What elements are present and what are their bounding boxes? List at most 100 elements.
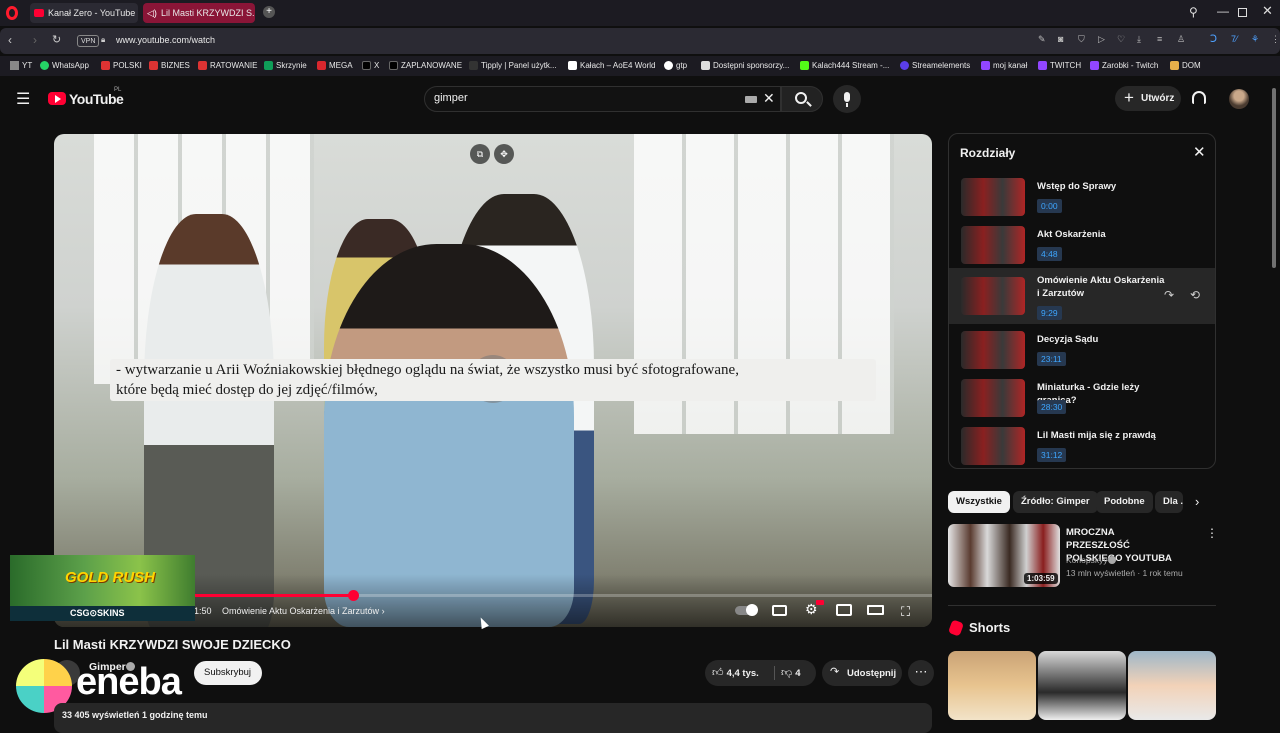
chapter-thumbnail [961, 178, 1025, 216]
heart-icon[interactable]: ♡ [1117, 34, 1125, 45]
edit-icon[interactable]: ✎ [1038, 34, 1046, 45]
search-button[interactable] [781, 86, 823, 112]
close-chapters-icon[interactable]: ✕ [1193, 143, 1206, 161]
chapter-item[interactable]: Decyzja Sądu 23:11 [949, 331, 1215, 379]
like-dislike-group: 👍︎ 4,4 tys. 👎︎ 4 [705, 660, 816, 686]
bookmark-item[interactable]: Skrzynie [264, 61, 307, 70]
fullscreen-icon[interactable]: ⛶ [901, 604, 910, 620]
miniplayer-icon[interactable] [836, 604, 852, 616]
like-button[interactable]: 👍︎ 4,4 tys. [712, 666, 759, 679]
chip-source-gimper[interactable]: Źródło: Gimper [1013, 491, 1098, 513]
back-icon[interactable]: ‹ [8, 33, 12, 47]
bookmark-item[interactable]: Kalach444 Stream -... [800, 61, 889, 70]
bookmark-item[interactable]: YT [10, 61, 32, 70]
chip-for-you[interactable]: Dla ... [1155, 491, 1183, 513]
theater-mode-icon[interactable] [867, 605, 884, 615]
share-label: Udostępnij [847, 668, 897, 679]
chapter-item[interactable]: Miniaturka - Gdzie leży granica? 28:30 [949, 379, 1215, 427]
lock-icon[interactable]: 🔒︎ [101, 35, 105, 45]
url-field[interactable]: www.youtube.com/watch [116, 35, 215, 45]
picture-in-picture-icon[interactable]: ⧉ [470, 144, 490, 164]
dislike-button[interactable]: 👎︎ 4 [781, 666, 801, 679]
vpn-badge[interactable]: VPN [77, 35, 100, 47]
bookmark-item[interactable]: Kałach – AoE4 World [568, 61, 655, 70]
subscribe-button[interactable]: Subskrybuj [194, 661, 262, 685]
bookmark-item[interactable]: moj kanał [981, 61, 1027, 70]
new-tab-icon[interactable]: + [263, 6, 275, 18]
voice-search-button[interactable] [833, 85, 861, 113]
share-button[interactable]: ↷ Udostępnij [822, 660, 902, 686]
close-window-icon[interactable]: ✕ [1262, 3, 1273, 19]
short-thumbnail[interactable] [1038, 651, 1126, 720]
browser-tab-bar: Kanał Zero - YouTube ◁) Lil Masti KRZYWD… [0, 0, 1280, 26]
bookmark-item[interactable]: TWITCH [1038, 61, 1081, 70]
loop-chapter-icon[interactable]: ⟲ [1190, 288, 1200, 302]
recommendation-meta: 13 mln wyświetleń · 1 rok temu [1066, 568, 1183, 578]
menu-icon[interactable]: ≡ [1157, 34, 1162, 44]
video-title: Lil Masti KRZYWDZI SWOJE DZIECKO [54, 637, 291, 652]
bookmark-item[interactable]: Dostępni sponsorzy... [701, 61, 789, 70]
chips-next-icon[interactable]: › [1195, 494, 1199, 509]
keyboard-icon[interactable] [745, 96, 757, 103]
page-scrollbar[interactable] [1272, 88, 1276, 268]
short-thumbnail[interactable] [1128, 651, 1216, 720]
bookmark-item[interactable]: WhatsApp [40, 61, 89, 70]
chapter-item[interactable]: Akt Oskarżenia 4:48 [949, 226, 1215, 274]
more-actions-button[interactable]: ⋯ [908, 660, 934, 686]
recommendation-menu-icon[interactable]: ⋮ [1206, 526, 1218, 540]
create-button[interactable]: + Utwórz [1115, 86, 1181, 111]
bookmark-item[interactable]: DOM [1170, 61, 1201, 70]
chapter-item[interactable]: Lil Masti mija się z prawdą 31:12 [949, 427, 1215, 475]
extension-icon[interactable]: Ↄ [1210, 34, 1217, 45]
search-input[interactable]: gimper [434, 92, 468, 104]
description-box[interactable]: 33 405 wyświetleń 1 godzinę temu [54, 703, 932, 733]
reload-icon[interactable]: ↻ [52, 33, 61, 46]
camera-icon[interactable]: ◙ [1058, 34, 1063, 44]
notifications-bell-icon[interactable] [1192, 91, 1206, 104]
bookmark-item[interactable]: X [362, 61, 379, 70]
bookmark-item[interactable]: RATOWANIE [198, 61, 257, 70]
opera-logo-icon[interactable] [6, 6, 18, 20]
bookmark-item[interactable]: Streamelements [900, 61, 970, 70]
profile-icon[interactable]: ♙ [1177, 34, 1185, 45]
bookmark-item[interactable]: Zarobki - Twitch [1090, 61, 1158, 70]
bookmark-item[interactable]: POLSKI [101, 61, 142, 70]
progress-scrubber[interactable] [347, 590, 359, 601]
hamburger-menu-icon[interactable]: ☰ [16, 89, 30, 109]
minimize-icon[interactable]: — [1217, 4, 1229, 18]
chapter-item-active[interactable]: Omówienie Aktu Oskarżenia i Zarzutów 9:2… [949, 268, 1215, 324]
ambient-mode-icon[interactable]: ✥ [494, 144, 514, 164]
bookmark-item[interactable]: gtp [664, 61, 687, 70]
address-bar: ‹ › ↻ VPN 🔒︎ www.youtube.com/watch ✎ ◙ ⛉… [0, 28, 1280, 54]
subtitles-icon[interactable] [772, 605, 787, 616]
translate-icon[interactable]: 7⁄ [1231, 34, 1238, 44]
more-vertical-icon[interactable]: ⋮ [1271, 34, 1280, 45]
bookmark-item[interactable]: MEGA [317, 61, 353, 70]
share-chapter-icon[interactable]: ↷ [1164, 288, 1174, 302]
bookmark-item[interactable]: BIZNES [149, 61, 190, 70]
chapter-thumbnail [961, 331, 1025, 369]
avatar[interactable] [1229, 89, 1249, 109]
chapter-item[interactable]: Wstęp do Sprawy 0:00 [949, 178, 1215, 226]
play-icon[interactable]: ▷ [1098, 34, 1105, 45]
bookmark-item[interactable]: ZAPLANOWANE [389, 61, 462, 70]
chip-all[interactable]: Wszystkie [948, 491, 1010, 513]
speaker-icon: ◁) [147, 8, 157, 18]
chip-related[interactable]: Podobne [1096, 491, 1153, 513]
puzzle-icon[interactable]: ⚘ [1251, 34, 1259, 45]
shield-icon[interactable]: ⛉ [1078, 34, 1085, 45]
tab-label: Kanał Zero - YouTube [48, 8, 136, 18]
chapter-title-link[interactable]: Omówienie Aktu Oskarżenia i Zarzutów › [222, 606, 385, 616]
forward-icon[interactable]: › [33, 33, 37, 47]
tab-lil-masti[interactable]: ◁) Lil Masti KRZYWDZI S... [143, 3, 255, 23]
clear-search-icon[interactable]: ✕ [763, 90, 775, 107]
caption-line-1: - wytwarzanie u Arii Woźniakowskiej błęd… [116, 362, 739, 378]
bookmark-item[interactable]: Tipply | Panel użytk... [469, 61, 557, 70]
create-label: Utwórz [1141, 93, 1175, 104]
search-tabs-icon[interactable]: ⚲ [1189, 5, 1198, 19]
short-thumbnail[interactable] [948, 651, 1036, 720]
tab-kanal-zero[interactable]: Kanał Zero - YouTube [30, 3, 138, 23]
restore-icon[interactable] [1238, 8, 1247, 17]
download-icon[interactable]: ⤓ [1137, 34, 1141, 45]
recommendation-item[interactable]: 1:03:59 MROCZNA PRZESZŁOŚĆ POLSKIEGO YOU… [948, 524, 1218, 590]
